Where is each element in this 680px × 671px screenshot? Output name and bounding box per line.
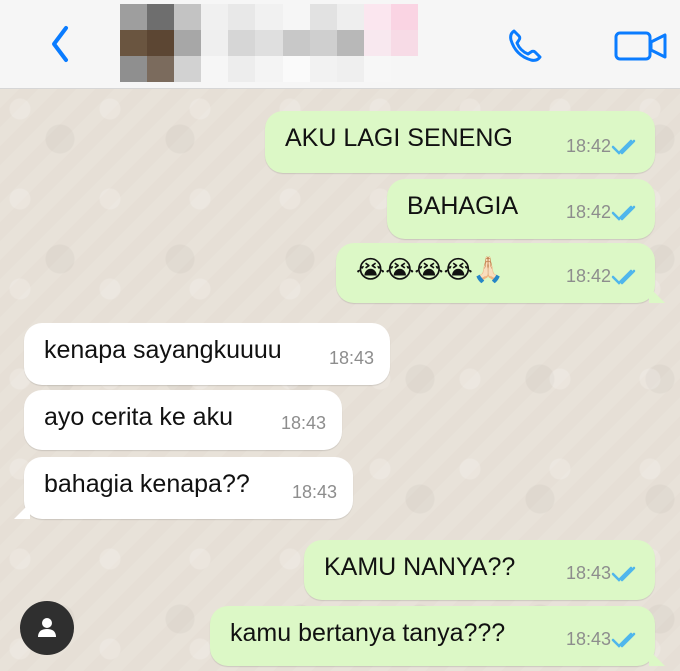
message-text: kenapa sayangkuuuu [44,336,282,364]
video-call-button[interactable] [610,22,672,70]
message-time: 18:42 [565,202,611,222]
read-ticks-icon [611,205,636,221]
message-bubble: kenapa sayangkuuuu 18:43 [24,323,390,385]
message-time: 18:42 [565,266,611,286]
message-text: bahagia kenapa?? [44,470,250,498]
bubble-tail [14,503,30,519]
read-ticks-icon [611,269,636,285]
message-time: 18:42 [565,136,611,156]
message-bubble: AKU LAGI SENENG 18:42 [265,111,655,173]
chevron-left-icon [52,26,68,62]
message-text: kamu bertanya tanya??? [230,619,506,647]
read-ticks-icon [611,566,636,582]
message-time: 18:43 [280,413,326,433]
message-text: 😭😭😭😭🙏🏻 [356,256,504,284]
message-time: 18:43 [328,348,374,368]
chat-header [0,0,680,89]
back-button[interactable] [38,22,82,66]
read-ticks-icon [611,632,636,648]
phone-icon [509,29,542,62]
video-camera-icon [614,31,667,61]
read-ticks-icon [611,139,636,155]
message-bubble: BAHAGIA 18:42 [387,179,655,239]
message-bubble: 😭😭😭😭🙏🏻 18:42 [336,243,665,303]
profile-avatar-button[interactable] [20,601,74,655]
voice-call-button[interactable] [498,22,552,70]
message-text: BAHAGIA [407,192,519,220]
message-bubble: bahagia kenapa?? 18:43 [14,457,353,519]
message-text: AKU LAGI SENENG [285,124,513,152]
message-time: 18:43 [291,482,337,502]
message-text: KAMU NANYA?? [324,553,516,581]
message-bubble: ayo cerita ke aku 18:43 [24,390,342,450]
bubble-tail [649,287,665,303]
bubble-tail [649,650,665,666]
message-text: ayo cerita ke aku [44,403,233,431]
message-bubble: KAMU NANYA?? 18:43 [304,540,655,600]
message-time: 18:43 [565,563,611,583]
message-bubble: kamu bertanya tanya??? 18:43 [210,606,665,666]
chat-area[interactable]: AKU LAGI SENENG 18:42 BAHAGIA 18:42 😭😭😭😭… [0,89,680,671]
message-time: 18:43 [565,629,611,649]
contact-name-redacted[interactable] [120,4,418,82]
user-icon [38,618,56,637]
